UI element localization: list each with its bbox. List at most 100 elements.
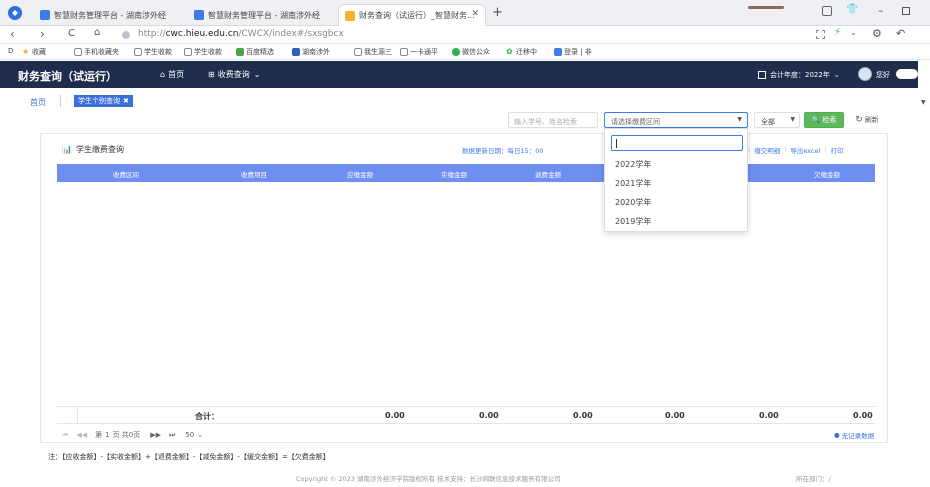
- minimize-icon[interactable]: –: [878, 4, 884, 17]
- total-amount: 0.00: [573, 411, 593, 420]
- forward-icon[interactable]: ›: [40, 27, 45, 41]
- dropdown-option[interactable]: 2022学年: [615, 159, 651, 170]
- total-amount: 0.00: [759, 411, 779, 420]
- total-amount: 0.00: [479, 411, 499, 420]
- back-icon[interactable]: ‹: [10, 27, 15, 41]
- bookmark-item[interactable]: 湖南涉外: [292, 47, 330, 57]
- page-icon: [354, 48, 362, 56]
- no-records-info: ● 无记录数据: [834, 431, 875, 440]
- url-host: cwc.hieu.edu.cn: [165, 29, 239, 39]
- nav-fee-query[interactable]: ⊞ 收费查询 ⌄: [208, 69, 260, 80]
- url-path: /CWCX/index#/sxsgbcx: [238, 29, 344, 39]
- browser-tab-bar: 智慧财务管理平台 - 湖南涉外经 智慧财务管理平台 - 湖南涉外经 财务查询（试…: [0, 0, 930, 26]
- prev-page-icon[interactable]: ◀◀: [76, 431, 87, 439]
- export-excel-link[interactable]: 导出excel: [790, 145, 820, 155]
- search-icon: 🔍: [811, 116, 821, 124]
- column-header[interactable]: 收费区间: [57, 169, 195, 179]
- app-header: 财务查询（试运行） ⌂ 首页 ⊞ 收费查询 ⌄ 会计年度：2022年 ⌄ 您好: [0, 61, 918, 88]
- page-size-select[interactable]: 50: [185, 431, 194, 439]
- column-header[interactable]: 实缴金额: [407, 169, 501, 179]
- dropdown-search-input[interactable]: [611, 135, 743, 151]
- column-header[interactable]: 退费金额: [501, 169, 595, 179]
- dropdown-option[interactable]: 2019学年: [615, 216, 651, 227]
- bookmark-item[interactable]: 百度精选: [236, 47, 274, 57]
- close-tab-icon[interactable]: ✕: [471, 9, 479, 19]
- refresh-button[interactable]: ↻ 刷新: [848, 112, 886, 128]
- browser-tab-2[interactable]: 智慧财务管理平台 - 湖南涉外经: [188, 4, 338, 26]
- bookmark-item[interactable]: 一卡通平: [400, 47, 438, 57]
- browser-tab-3-active[interactable]: 财务查询（试运行）_智慧财务... ✕: [338, 4, 486, 26]
- avatar[interactable]: [858, 67, 872, 81]
- first-page-icon[interactable]: ⏮: [62, 431, 68, 440]
- chevron-down-icon[interactable]: ⌄: [850, 28, 857, 37]
- page-icon: [134, 48, 142, 56]
- student-search-input[interactable]: 输入学号、姓名检索: [508, 112, 598, 128]
- fiscal-year-selector[interactable]: 会计年度：2022年 ⌄: [758, 70, 840, 80]
- url-field[interactable]: http://cwc.hieu.edu.cn/CWCX/index#/sxsgb…: [138, 29, 344, 39]
- nav-home[interactable]: ⌂ 首页: [160, 69, 184, 80]
- mobile-icon: [74, 48, 82, 56]
- search-button[interactable]: 🔍 检索: [804, 112, 844, 128]
- footer-divider: [77, 407, 78, 423]
- tab-title: 智慧财务管理平台 - 湖南涉外经: [208, 10, 320, 20]
- department-text: 所在部门：/: [796, 475, 831, 483]
- caret-down-icon: ▼: [790, 116, 795, 123]
- shirt-icon[interactable]: 👕: [846, 4, 858, 15]
- tab-title: 智慧财务管理平台 - 湖南涉外经: [54, 10, 166, 20]
- chevron-down-icon: ⌄: [253, 70, 261, 79]
- site-info-icon[interactable]: [122, 31, 130, 39]
- bookmark-item[interactable]: 学生收款: [184, 47, 222, 57]
- breadcrumb-home[interactable]: 首页: [30, 97, 46, 108]
- period-select[interactable]: 请选择缴费区间 ▼: [604, 112, 748, 128]
- next-page-icon[interactable]: ▶▶: [150, 431, 161, 439]
- dropdown-option[interactable]: 2020学年: [615, 197, 651, 208]
- bar-chart-icon: 📊: [62, 145, 72, 154]
- tab-student-query[interactable]: 学生个别查询 ✖: [74, 95, 133, 107]
- copyright-text: Copyright © 2023 湖南涉外经济学院版权所有 技术支持：长沙网联信…: [296, 475, 561, 483]
- close-icon[interactable]: ✖: [123, 97, 129, 105]
- dropdown-option[interactable]: 2021学年: [615, 178, 651, 189]
- browser-logo-icon[interactable]: [8, 6, 22, 20]
- print-link[interactable]: 打印: [831, 145, 844, 155]
- undo-icon[interactable]: ↶: [896, 27, 905, 40]
- site-favicon-icon: [194, 10, 204, 20]
- bookmarks-bar: D ★ 收藏 手机收藏夹 学生收款 学生收款 百度精选 湖南涉外 我生源三 一卡通…: [0, 44, 930, 60]
- page-suffix: 页 共0页: [112, 431, 141, 439]
- scope-select[interactable]: 全部 ▼: [754, 112, 800, 128]
- total-amount: 0.00: [665, 411, 685, 420]
- bookmark-toggle-icon[interactable]: D: [8, 47, 13, 55]
- last-page-icon[interactable]: ⏭: [169, 431, 175, 440]
- column-header[interactable]: 欠缴金额: [779, 169, 875, 179]
- new-tab-button[interactable]: +: [492, 5, 503, 20]
- chevron-down-icon[interactable]: ⌄: [197, 431, 203, 439]
- reload-icon[interactable]: C: [68, 28, 75, 39]
- bookmark-item[interactable]: 手机收藏夹: [74, 47, 119, 57]
- bookmark-item[interactable]: 我生源三: [354, 47, 392, 57]
- bookmark-item[interactable]: ✿ 迁移中: [506, 47, 537, 57]
- reading-mode-icon[interactable]: [822, 6, 832, 16]
- lightning-icon[interactable]: ⚡: [834, 27, 841, 38]
- restore-icon[interactable]: [902, 7, 910, 15]
- browser-tab-1[interactable]: 智慧财务管理平台 - 湖南涉外经: [34, 4, 184, 26]
- page-number-input[interactable]: 1: [105, 431, 109, 439]
- bookmark-item[interactable]: 微信公众: [452, 47, 490, 57]
- app-brand: 财务查询（试运行）: [18, 70, 117, 83]
- bookmark-item[interactable]: ★ 收藏: [22, 47, 46, 57]
- url-prefix: http://: [138, 29, 166, 39]
- scroll-arrow-icon[interactable]: ▼: [921, 99, 926, 106]
- home-icon: ⌂: [160, 70, 166, 79]
- table-header: 收费区间 收费项目 应缴金额 实缴金额 退费金额 欠缴金额: [57, 164, 875, 182]
- formula-note: 注：【应收金额】-【实收金额】+【退费金额】-【减免金额】-【缓交金额】=【欠费…: [48, 453, 330, 461]
- page-scrollbar[interactable]: ▼: [918, 61, 930, 487]
- home-icon[interactable]: ⌂: [94, 27, 100, 38]
- qr-icon[interactable]: [816, 30, 825, 39]
- bookmark-item[interactable]: 登录 | 非: [554, 47, 592, 57]
- user-toggle[interactable]: [896, 69, 918, 79]
- user-greeting[interactable]: 您好: [876, 70, 890, 80]
- column-header[interactable]: 收费项目: [195, 169, 313, 179]
- column-header[interactable]: 应缴金额: [313, 169, 407, 179]
- payment-detail-link[interactable]: 缴交明细: [754, 145, 780, 155]
- bookmark-item[interactable]: 学生收款: [134, 47, 172, 57]
- settings-icon[interactable]: ⚙: [872, 27, 882, 40]
- page-prefix: 第: [95, 431, 103, 439]
